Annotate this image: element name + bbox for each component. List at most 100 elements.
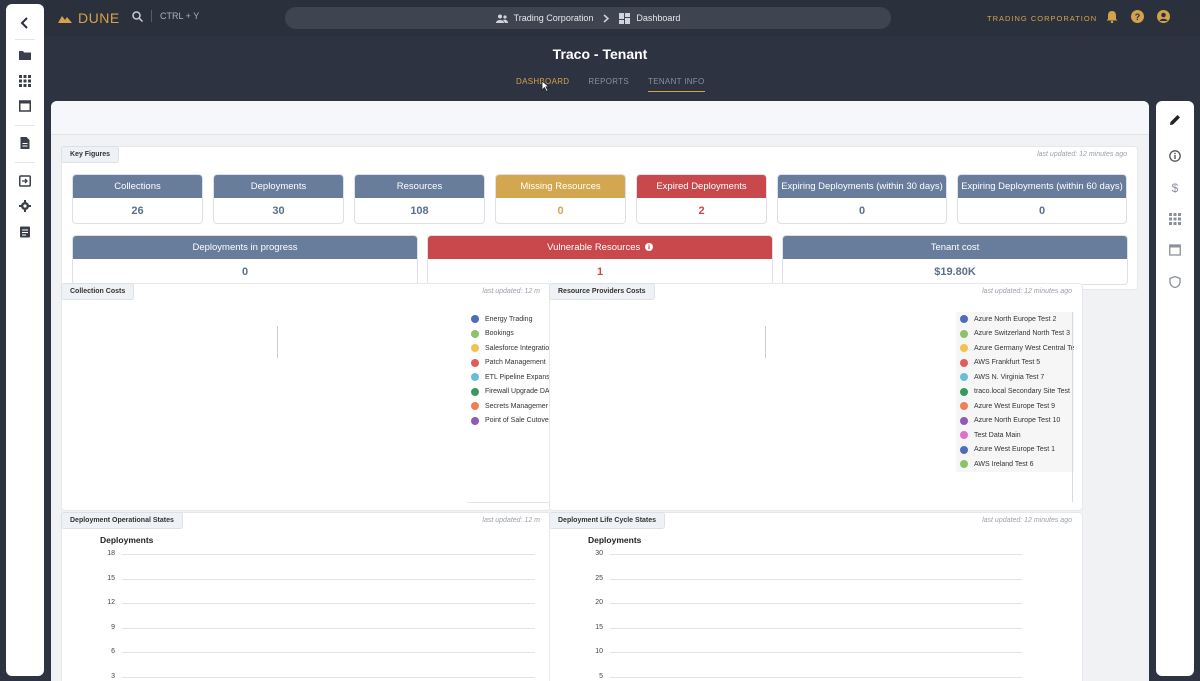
- legend-item[interactable]: Salesforce Integratio: [467, 341, 549, 356]
- edit-icon[interactable]: [1169, 114, 1181, 126]
- legend-swatch: [471, 358, 479, 367]
- import-icon[interactable]: [19, 175, 31, 187]
- info-icon[interactable]: [644, 243, 653, 251]
- legend-swatch: [960, 315, 968, 324]
- legend-item[interactable]: Azure Switzerland North Test 3: [956, 327, 1074, 342]
- log-icon[interactable]: [19, 226, 31, 238]
- kf-label: Deployments: [214, 175, 343, 198]
- tab-reports[interactable]: REPORTS: [588, 77, 629, 92]
- legend-item[interactable]: Patch Management: [467, 356, 549, 371]
- legend-swatch: [471, 329, 479, 338]
- breadcrumb-page[interactable]: Dashboard: [619, 12, 681, 24]
- kf-value: 108: [410, 205, 429, 217]
- breadcrumb-page-label: Dashboard: [636, 13, 681, 23]
- kf-value: 0: [557, 205, 564, 217]
- gridline: [122, 603, 535, 605]
- key-figures-updated: last updated: 12 minutes ago: [1037, 151, 1127, 158]
- window-icon[interactable]: [1169, 244, 1181, 256]
- legend-item[interactable]: AWS N. Virginia Test 7: [956, 370, 1074, 385]
- kf-resources[interactable]: Resources 108: [354, 174, 485, 224]
- kf-missing-resources[interactable]: Missing Resources 0: [495, 174, 626, 224]
- legend-label: Secrets Managemer: [485, 402, 549, 410]
- kf-collections[interactable]: Collections 26: [72, 174, 203, 224]
- sidebar-divider: [15, 39, 35, 40]
- legend-scrollbar[interactable]: [1072, 312, 1073, 502]
- kf-deployments-in-progress[interactable]: Deployments in progress 0: [72, 235, 418, 285]
- kf-expired-deployments[interactable]: Expired Deployments 2: [636, 174, 767, 224]
- legend-item[interactable]: ETL Pipeline Expans: [467, 370, 549, 385]
- left-sidebar: [6, 4, 44, 676]
- info-icon[interactable]: [1169, 150, 1181, 162]
- kf-value: 0: [1038, 205, 1046, 217]
- legend-item[interactable]: Secrets Managemer: [467, 399, 549, 414]
- gridline: [122, 578, 535, 580]
- axis-tick-label: 25: [595, 574, 603, 582]
- breadcrumb-tenant[interactable]: Trading Corporation: [495, 13, 594, 23]
- window-icon[interactable]: [19, 100, 31, 112]
- key-figures-title: Key Figures: [61, 146, 120, 163]
- legend-swatch: [960, 344, 968, 353]
- kf-expiring-60[interactable]: Expiring Deployments (within 60 days) 0: [957, 174, 1127, 224]
- legend-swatch: [960, 329, 968, 338]
- axis-tick-label: 12: [107, 599, 115, 607]
- kf-label: Tenant cost: [783, 236, 1127, 259]
- gridline: [122, 627, 535, 629]
- legend-item[interactable]: Azure North Europe Test 2: [956, 312, 1074, 327]
- legend-label: Azure North Europe Test 10: [974, 417, 1061, 425]
- search-button[interactable]: CTRL + Y: [132, 10, 199, 22]
- legend-item[interactable]: Azure West Europe Test 9: [956, 399, 1074, 414]
- legend-item[interactable]: traco.local Secondary Site Test: [956, 385, 1074, 400]
- kf-label: Vulnerable Resources: [547, 242, 641, 253]
- shield-icon[interactable]: [1169, 276, 1181, 288]
- kf-label: Missing Resources: [496, 175, 625, 198]
- kf-expiring-30[interactable]: Expiring Deployments (within 30 days) 0: [777, 174, 947, 224]
- gridline: [122, 652, 535, 654]
- page-title: Traco - Tenant: [552, 46, 648, 62]
- help-icon[interactable]: ?: [1131, 10, 1144, 23]
- tab-tenant-info[interactable]: TENANT INFO: [648, 77, 705, 92]
- op-states-card: Deployment Operational States last updat…: [61, 512, 551, 681]
- legend-swatch: [960, 445, 968, 454]
- app-logo[interactable]: DUNE: [58, 10, 120, 26]
- tenant-name[interactable]: TRADING CORPORATION: [987, 14, 1097, 23]
- legend-item[interactable]: Azure North Europe Test 10: [956, 414, 1074, 429]
- legend-swatch: [960, 460, 968, 469]
- svg-text:$: $: [1172, 181, 1179, 193]
- kf-label: Collections: [73, 175, 202, 198]
- collection-costs-card: Collection Costs last updated: 12 m Ener…: [61, 283, 551, 511]
- kf-value: 0: [241, 266, 249, 278]
- dollar-icon[interactable]: $: [1169, 181, 1181, 193]
- legend-item[interactable]: Test Data Main: [956, 428, 1074, 443]
- legend-swatch: [471, 373, 479, 382]
- axis-tick-label: 10: [595, 648, 603, 656]
- legend-item[interactable]: Azure West Europe Test 1: [956, 443, 1074, 458]
- bell-icon[interactable]: [1106, 10, 1118, 23]
- dashboard-toolbar: [51, 101, 1149, 135]
- legend-label: AWS Ireland Test 6: [974, 460, 1034, 468]
- kf-deployments[interactable]: Deployments 30: [213, 174, 344, 224]
- legend-label: AWS Frankfurt Test 5: [974, 359, 1041, 367]
- gridline: [610, 578, 1022, 580]
- legend-item[interactable]: AWS Frankfurt Test 5: [956, 356, 1074, 371]
- apps-grid-icon[interactable]: [19, 75, 31, 87]
- document-icon[interactable]: [19, 137, 31, 149]
- legend-item[interactable]: AWS Ireland Test 6: [956, 457, 1074, 472]
- kf-value: 26: [131, 205, 144, 217]
- kf-tenant-cost[interactable]: Tenant cost $19.80K: [782, 235, 1128, 285]
- top-icons: ?: [1106, 10, 1170, 23]
- collapse-icon[interactable]: [19, 17, 31, 29]
- kf-vulnerable-resources[interactable]: Vulnerable Resources 1: [427, 235, 773, 285]
- breadcrumb-tenant-label: Trading Corporation: [513, 13, 594, 23]
- legend-item[interactable]: Point of Sale Cutove: [467, 414, 549, 429]
- legend-item[interactable]: Firewall Upgrade DA: [467, 385, 549, 400]
- account-icon[interactable]: [1157, 10, 1170, 23]
- legend-item[interactable]: Azure Germany West Central Te: [956, 341, 1074, 356]
- gridline: [610, 627, 1022, 629]
- provider-costs-updated: last updated: 12 minutes ago: [982, 288, 1072, 295]
- legend-item[interactable]: Energy Trading: [467, 312, 549, 327]
- legend-item[interactable]: Bookings: [467, 327, 549, 342]
- kf-label: Expiring Deployments (within 30 days): [778, 175, 946, 198]
- settings-icon[interactable]: [19, 200, 31, 212]
- apps-grid-icon[interactable]: [1169, 213, 1181, 225]
- kf-label: Resources: [355, 175, 484, 198]
